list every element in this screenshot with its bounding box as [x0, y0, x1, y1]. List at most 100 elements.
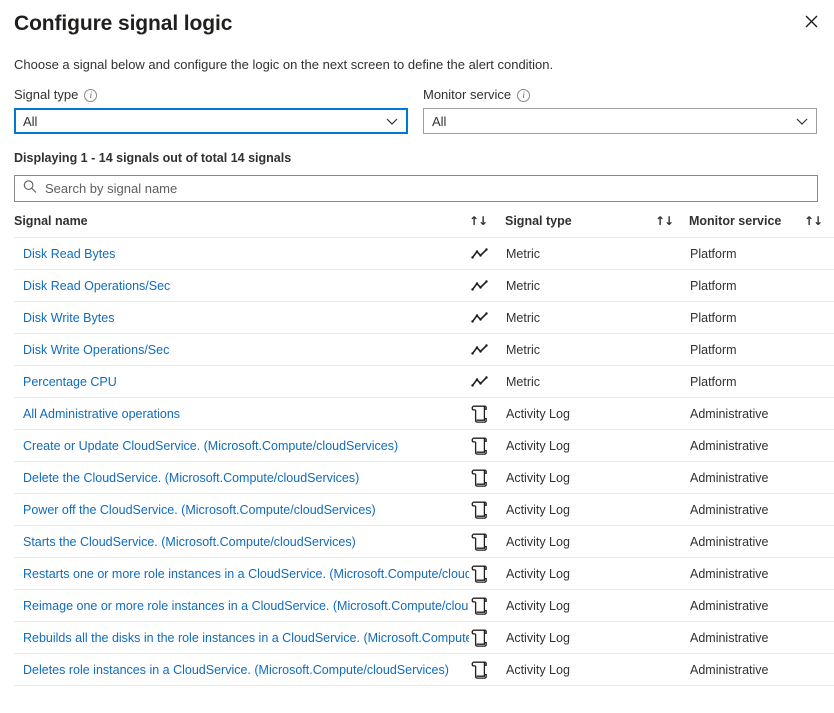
- search-input[interactable]: [43, 176, 817, 201]
- signal-name-cell: Starts the CloudService. (Microsoft.Comp…: [14, 526, 469, 558]
- activity-log-icon: [471, 628, 488, 648]
- signal-name-link[interactable]: Disk Write Operations/Sec: [23, 343, 169, 357]
- monitor-service-label-row: Monitor service i: [423, 86, 817, 104]
- signal-type-icon-cell: [469, 622, 505, 654]
- signal-name-cell: Percentage CPU: [14, 366, 469, 398]
- monitor-service-value: All: [432, 114, 446, 129]
- spacer-cell: [804, 398, 834, 430]
- signal-name-link[interactable]: Restarts one or more role instances in a…: [23, 567, 469, 581]
- monitor-service-cell: Platform: [689, 334, 804, 366]
- signal-type-cell: Metric: [505, 238, 655, 270]
- activity-log-icon: [471, 596, 488, 616]
- monitor-service-cell: Administrative: [689, 430, 804, 462]
- signal-name-link[interactable]: Delete the CloudService. (Microsoft.Comp…: [23, 471, 359, 485]
- close-icon: [805, 15, 818, 31]
- signal-name-cell: Reimage one or more role instances in a …: [14, 590, 469, 622]
- signal-name-cell: Disk Read Operations/Sec: [14, 270, 469, 302]
- table-row[interactable]: Disk Write Bytes MetricPlatform: [14, 302, 834, 334]
- monitor-service-cell: Administrative: [689, 654, 804, 686]
- table-row[interactable]: Rebuilds all the disks in the role insta…: [14, 622, 834, 654]
- table-row[interactable]: Power off the CloudService. (Microsoft.C…: [14, 494, 834, 526]
- signal-type-cell: Activity Log: [505, 398, 655, 430]
- column-header-signal-name[interactable]: Signal name: [14, 214, 469, 238]
- monitor-service-filter: Monitor service i All: [423, 86, 817, 134]
- table-row[interactable]: Create or Update CloudService. (Microsof…: [14, 430, 834, 462]
- table-header-row: Signal name ↑↓ Signal type ↑↓ Monitor se…: [14, 214, 834, 238]
- table-row[interactable]: Percentage CPU Metric Platform: [14, 366, 834, 398]
- monitor-service-cell: Administrative: [689, 622, 804, 654]
- sort-arrows-icon: ↑↓: [469, 214, 487, 228]
- spacer-cell: [804, 558, 834, 590]
- signal-type-select[interactable]: All: [14, 108, 408, 134]
- signal-name-link[interactable]: Starts the CloudService. (Microsoft.Comp…: [23, 535, 356, 549]
- spacer-cell: [655, 334, 689, 366]
- signal-type-icon-cell: [469, 590, 505, 622]
- table-row[interactable]: Restarts one or more role instances in a…: [14, 558, 834, 590]
- signal-name-link[interactable]: All Administrative operations: [23, 407, 180, 421]
- sort-arrows-icon: ↑↓: [804, 214, 822, 228]
- spacer-cell: [804, 590, 834, 622]
- signal-name-link[interactable]: Reimage one or more role instances in a …: [23, 599, 469, 613]
- close-button[interactable]: [796, 8, 826, 38]
- activity-log-icon: [471, 468, 488, 488]
- signal-type-cell: Activity Log: [505, 430, 655, 462]
- activity-log-icon: [471, 500, 488, 520]
- metric-chart-icon: [471, 375, 489, 389]
- table-row[interactable]: Reimage one or more role instances in a …: [14, 590, 834, 622]
- signals-table: Signal name ↑↓ Signal type ↑↓ Monitor se…: [14, 214, 834, 686]
- activity-log-icon: [471, 436, 488, 456]
- signal-type-icon-cell: [469, 654, 505, 686]
- spacer-cell: [804, 302, 834, 334]
- column-header-signal-type[interactable]: Signal type: [505, 214, 655, 238]
- info-icon[interactable]: i: [517, 89, 530, 102]
- table-row[interactable]: Disk Write Operations/Sec MetricPlatform: [14, 334, 834, 366]
- signal-name-cell: Rebuilds all the disks in the role insta…: [14, 622, 469, 654]
- sort-signal-name[interactable]: ↑↓: [469, 214, 505, 238]
- search-box[interactable]: [14, 175, 818, 202]
- table-row[interactable]: All Administrative operations Activity L…: [14, 398, 834, 430]
- signal-type-icon-cell: [469, 526, 505, 558]
- signal-name-cell: All Administrative operations: [14, 398, 469, 430]
- monitor-service-select[interactable]: All: [423, 108, 817, 134]
- spacer-cell: [804, 462, 834, 494]
- spacer-cell: [655, 494, 689, 526]
- monitor-service-cell: Platform: [689, 366, 804, 398]
- signal-type-icon-cell: [469, 398, 505, 430]
- signal-type-icon-cell: [469, 558, 505, 590]
- signal-name-link[interactable]: Percentage CPU: [23, 375, 117, 389]
- table-row[interactable]: Disk Read Bytes MetricPlatform: [14, 238, 834, 270]
- signal-name-link[interactable]: Create or Update CloudService. (Microsof…: [23, 439, 398, 453]
- signal-type-cell: Activity Log: [505, 590, 655, 622]
- signal-name-cell: Disk Write Operations/Sec: [14, 334, 469, 366]
- spacer-cell: [655, 526, 689, 558]
- info-icon[interactable]: i: [84, 89, 97, 102]
- signal-name-link[interactable]: Disk Read Operations/Sec: [23, 279, 170, 293]
- table-row[interactable]: Starts the CloudService. (Microsoft.Comp…: [14, 526, 834, 558]
- signal-type-icon-cell: [469, 270, 505, 302]
- signal-type-label-row: Signal type i: [14, 86, 408, 104]
- signal-name-cell: Create or Update CloudService. (Microsof…: [14, 430, 469, 462]
- signal-name-link[interactable]: Deletes role instances in a CloudService…: [23, 663, 449, 677]
- column-header-monitor-service[interactable]: Monitor service: [689, 214, 804, 238]
- signal-type-cell: Activity Log: [505, 654, 655, 686]
- monitor-service-cell: Administrative: [689, 494, 804, 526]
- signal-name-link[interactable]: Disk Read Bytes: [23, 247, 115, 261]
- spacer-cell: [804, 270, 834, 302]
- spacer-cell: [804, 334, 834, 366]
- table-row[interactable]: Delete the CloudService. (Microsoft.Comp…: [14, 462, 834, 494]
- spacer-cell: [655, 654, 689, 686]
- signal-name-link[interactable]: Disk Write Bytes: [23, 311, 114, 325]
- signal-type-label: Signal type: [14, 86, 78, 104]
- signal-type-cell: Metric: [505, 366, 655, 398]
- metric-chart-icon: [471, 279, 489, 293]
- table-row[interactable]: Disk Read Operations/Sec MetricPlatform: [14, 270, 834, 302]
- sort-monitor-service[interactable]: ↑↓: [804, 214, 834, 238]
- signal-name-link[interactable]: Rebuilds all the disks in the role insta…: [23, 631, 469, 645]
- table-row[interactable]: Deletes role instances in a CloudService…: [14, 654, 834, 686]
- monitor-service-cell: Administrative: [689, 462, 804, 494]
- spacer-cell: [655, 622, 689, 654]
- signal-name-link[interactable]: Power off the CloudService. (Microsoft.C…: [23, 503, 376, 517]
- sort-signal-type[interactable]: ↑↓: [655, 214, 689, 238]
- signal-name-cell: Power off the CloudService. (Microsoft.C…: [14, 494, 469, 526]
- signal-type-icon-cell: [469, 366, 505, 398]
